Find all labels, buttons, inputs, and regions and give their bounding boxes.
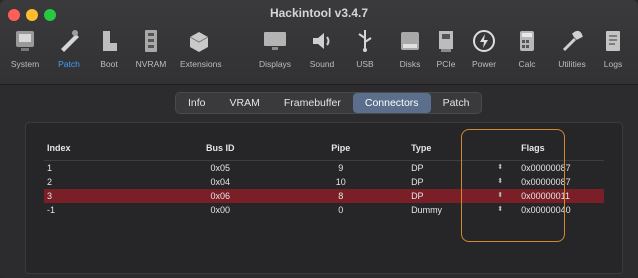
header-bus-id[interactable]: Bus ID (160, 143, 281, 153)
tab-info[interactable]: Info (176, 93, 218, 113)
toolbar-calc[interactable]: Calc (508, 26, 546, 78)
cell-index: 2 (47, 177, 53, 187)
cell-pipe[interactable]: 0 (281, 205, 402, 215)
cell-pipe[interactable]: 10 (281, 177, 402, 187)
toolbar-label: NVRAM (135, 59, 167, 69)
toolbar-label: Boot (100, 59, 118, 69)
toolbar-extensions[interactable]: Extensions (180, 26, 222, 78)
header-pipe[interactable]: Pipe (281, 143, 402, 153)
app-window: Hackintool v3.4.7 System Patch Boot NVRA… (0, 0, 638, 278)
cell-index: 1 (47, 163, 53, 173)
toolbar-utilities[interactable]: Utilities (553, 26, 591, 78)
toolbar-label: Disks (399, 59, 421, 69)
tab-vram[interactable]: VRAM (218, 93, 272, 113)
cell-pipe[interactable]: 8 (281, 191, 402, 201)
nvram-icon (145, 30, 157, 52)
usb-icon (358, 30, 372, 52)
tab-patch[interactable]: Patch (431, 93, 482, 113)
cell-index: -1 (47, 205, 56, 215)
patch-icon (61, 30, 79, 52)
toolbar-label: Displays (258, 59, 292, 69)
toolbar-patch[interactable]: Patch (50, 26, 88, 78)
toolbar-label: Sound (309, 59, 335, 69)
toolbar-label: Utilities (558, 59, 586, 69)
tab-framebuffer[interactable]: Framebuffer (272, 93, 353, 113)
pcie-icon (439, 31, 453, 52)
logs-icon (606, 31, 620, 51)
header-index[interactable]: Index (44, 143, 160, 153)
utilities-icon (562, 30, 583, 52)
extensions-icon (189, 32, 209, 52)
title-bar: Hackintool v3.4.7 System Patch Boot NVRA… (0, 0, 638, 85)
type-value: DP (411, 191, 424, 201)
cell-pipe[interactable]: 9 (281, 163, 402, 173)
sound-icon (313, 33, 330, 49)
toolbar-boot[interactable]: Boot (90, 26, 128, 78)
cell-bus-id[interactable]: 0x04 (160, 177, 281, 187)
cell-bus-id[interactable]: 0x05 (160, 163, 281, 173)
cell-index: 3 (47, 191, 53, 201)
toolbar-label: System (10, 59, 40, 69)
type-value: DP (411, 177, 424, 187)
system-icon (16, 31, 34, 51)
calc-icon (520, 31, 534, 51)
tab-connectors[interactable]: Connectors (352, 93, 431, 113)
type-value: Dummy (411, 205, 443, 215)
toolbar-pcie[interactable]: PCIe (427, 26, 465, 78)
toolbar-system[interactable]: System (6, 26, 44, 78)
toolbar-label: PCIe (436, 59, 456, 69)
toolbar-label: Extensions (180, 59, 222, 69)
toolbar-displays[interactable]: Displays (256, 26, 294, 78)
boot-icon (103, 31, 117, 51)
toolbar-sound[interactable]: Sound (303, 26, 341, 78)
cell-bus-id[interactable]: 0x06 (160, 191, 281, 201)
flags-highlight-box (461, 129, 565, 242)
type-value: DP (411, 163, 424, 173)
cell-bus-id[interactable]: 0x00 (160, 205, 281, 215)
toolbar-power[interactable]: Power (465, 26, 503, 78)
toolbar-logs[interactable]: Logs (594, 26, 632, 78)
toolbar-label: Patch (58, 59, 80, 69)
toolbar-nvram[interactable]: NVRAM (132, 26, 170, 78)
toolbar-label: USB (356, 59, 374, 69)
power-icon (473, 30, 495, 52)
toolbar-label: Power (471, 59, 497, 69)
displays-icon (264, 32, 286, 50)
disks-icon (401, 32, 419, 50)
toolbar-usb[interactable]: USB (346, 26, 384, 78)
toolbar-label: Calc (518, 59, 536, 69)
tab-bar: Info VRAM Framebuffer Connectors Patch (175, 92, 483, 114)
toolbar-disks[interactable]: Disks (391, 26, 429, 78)
window-title: Hackintool v3.4.7 (269, 6, 369, 20)
toolbar-label: Logs (603, 59, 623, 69)
